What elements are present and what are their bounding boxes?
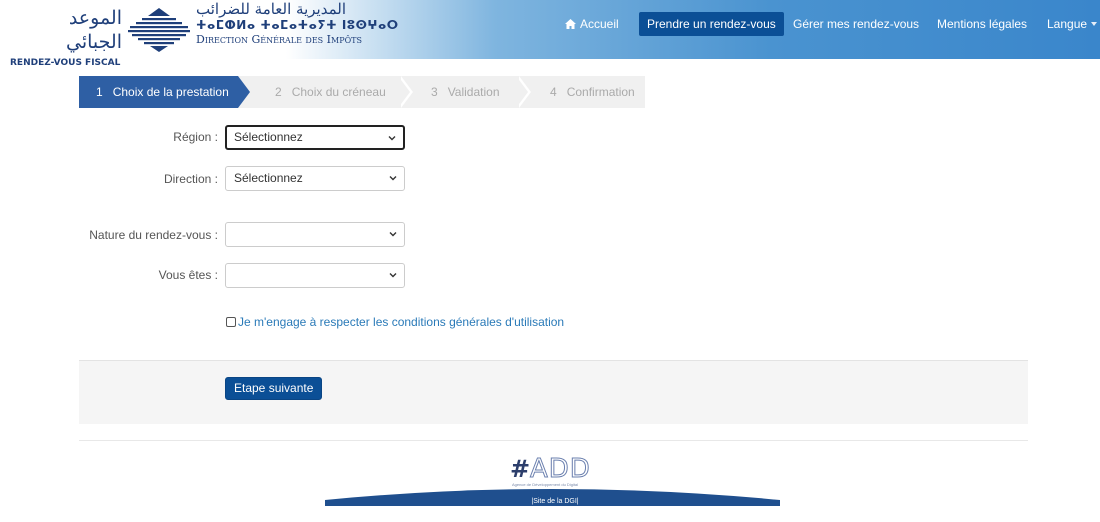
terms-link[interactable]: Je m'engage à respecter les conditions g… xyxy=(238,315,564,329)
dgi-emblem-icon xyxy=(126,6,192,52)
nav-language-dropdown[interactable]: Langue xyxy=(1047,12,1098,36)
chevron-down-icon xyxy=(388,134,396,142)
step-1-arrow xyxy=(238,76,250,108)
appointment-nature-select[interactable] xyxy=(225,222,405,247)
direction-label: Direction : xyxy=(163,172,218,186)
terms-row: Je m'engage à respecter les conditions g… xyxy=(226,314,564,330)
nav-home[interactable]: Accueil xyxy=(565,12,619,36)
form-actions-panel: Etape suivante xyxy=(79,360,1028,424)
step-label: Confirmation xyxy=(566,85,635,99)
caret-down-icon xyxy=(1091,22,1098,26)
footer-divider xyxy=(79,440,1028,441)
logo-arabic-text: الموعد الجبائي xyxy=(66,7,122,53)
add-logo[interactable]: # ADD Agence de Développement du Digital xyxy=(510,454,600,488)
add-logo-text: ADD xyxy=(530,454,591,484)
chevron-down-icon xyxy=(389,271,397,279)
home-icon xyxy=(565,19,576,29)
step-label: Validation xyxy=(447,85,500,99)
dgi-french-title: Direction Générale des Impôts xyxy=(196,33,362,46)
step-2: 2 Choix du créneau xyxy=(275,76,386,108)
step-number: 1 xyxy=(96,85,103,99)
dgi-tifinagh-title: ⵜⴰⵎⵀⵍⴰ ⵜⴰⵎⴰⵜⴰⵢⵜ ⵏⵓⵙⵖⴰⵔ xyxy=(196,18,399,32)
direction-select[interactable]: Sélectionnez xyxy=(225,166,405,191)
dgi-site-link[interactable]: |Site de la DGI| xyxy=(525,497,585,507)
chevron-down-icon xyxy=(389,230,397,238)
step-4: 4 Confirmation xyxy=(550,76,635,108)
nav-book-appointment[interactable]: Prendre un rendez-vous xyxy=(639,12,784,36)
user-status-label: Vous êtes : xyxy=(158,268,218,282)
user-status-select[interactable] xyxy=(225,263,405,288)
terms-checkbox[interactable] xyxy=(226,317,236,327)
region-select-value: Sélectionnez xyxy=(234,130,303,144)
step-separator-inner xyxy=(398,76,410,108)
nav-language-label: Langue xyxy=(1047,17,1088,31)
step-label: Choix de la prestation xyxy=(112,85,229,99)
dgi-title-block: المديرية العامة للضرائب ⵜⴰⵎⵀⵍⴰ ⵜⴰⵎⴰⵜⴰⵢⵜ … xyxy=(196,1,456,47)
rendez-vous-fiscal-logo[interactable]: الموعد الجبائي RENDEZ-VOUS FISCAL xyxy=(10,6,122,68)
appointment-nature-label: Nature du rendez-vous : xyxy=(89,228,218,242)
step-number: 3 xyxy=(431,85,438,99)
nav-manage-appointments[interactable]: Gérer mes rendez-vous xyxy=(793,12,919,36)
add-hash-text: # xyxy=(510,455,531,483)
next-step-button[interactable]: Etape suivante xyxy=(225,377,323,400)
direction-select-value: Sélectionnez xyxy=(234,171,303,185)
nav-home-label: Accueil xyxy=(580,17,619,31)
region-select[interactable]: Sélectionnez xyxy=(225,125,405,150)
step-separator-inner xyxy=(516,76,528,108)
step-3: 3 Validation xyxy=(431,76,500,108)
logo-label: RENDEZ-VOUS FISCAL xyxy=(10,58,121,68)
chevron-down-icon xyxy=(389,174,397,182)
step-number: 2 xyxy=(275,85,282,99)
step-label: Choix du créneau xyxy=(291,85,386,99)
header-bar: الموعد الجبائي RENDEZ-VOUS FISCAL المدير… xyxy=(0,0,1100,68)
dgi-arabic-title: المديرية العامة للضرائب xyxy=(196,0,346,18)
region-label: Région : xyxy=(173,130,218,144)
step-1: 1 Choix de la prestation xyxy=(79,76,238,108)
step-number: 4 xyxy=(550,85,557,99)
nav-legal-notices[interactable]: Mentions légales xyxy=(937,12,1027,36)
wizard-steps: 1 Choix de la prestation 2 Choix du crénea… xyxy=(79,76,645,108)
